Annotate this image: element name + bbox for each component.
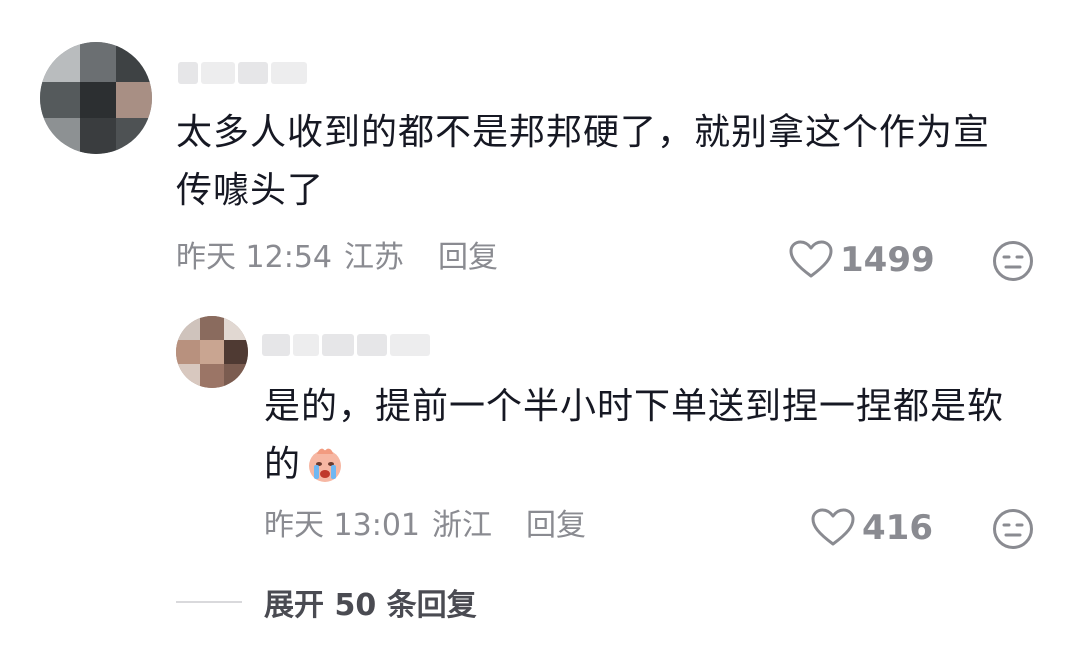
heart-outline-icon (789, 240, 833, 278)
like-count: 416 (862, 508, 933, 548)
like-count: 1499 (840, 240, 935, 280)
reply-text-content: 是的，提前一个半小时下单送到捏一捏都是软的 (264, 386, 1005, 485)
reply-meta: 昨天 13:01 浙江 回复 (264, 506, 586, 546)
like-button[interactable]: 1499 (788, 240, 935, 280)
username-blurred[interactable] (262, 330, 430, 360)
expand-replies-label: 展开 50 条回复 (264, 588, 477, 623)
meh-face-icon (993, 241, 1033, 281)
comment-location: 江苏 (344, 240, 404, 275)
divider-line (176, 601, 242, 603)
meh-face-icon (993, 509, 1033, 549)
reply-location: 浙江 (432, 508, 492, 543)
avatar[interactable] (176, 316, 248, 388)
username-blurred[interactable] (178, 58, 307, 88)
comment-item: 太多人收到的都不是邦邦硬了，就别拿这个作为宣传噱头了 昨天 12:54 江苏 回… (0, 0, 1080, 300)
reply-item: 是的，提前一个半小时下单送到捏一捏都是软的 昨天 13:01 浙江 回复 416 (0, 300, 1080, 570)
reply-text: 是的，提前一个半小时下单送到捏一捏都是软的 (264, 378, 1024, 502)
reply-button[interactable]: 回复 (438, 238, 498, 278)
reply-button[interactable]: 回复 (526, 506, 586, 546)
dislike-button[interactable] (992, 508, 1034, 554)
crying-face-emoji (305, 444, 345, 502)
comment-meta: 昨天 12:54 江苏 回复 (176, 238, 498, 278)
dislike-button[interactable] (992, 240, 1034, 286)
comment-time: 昨天 12:54 (176, 240, 332, 275)
expand-replies-button[interactable]: 展开 50 条回复 (176, 580, 477, 624)
avatar[interactable] (40, 42, 152, 154)
comment-text: 太多人收到的都不是邦邦硬了，就别拿这个作为宣传噱头了 (176, 112, 991, 211)
like-button[interactable]: 416 (810, 508, 933, 548)
reply-time: 昨天 13:01 (264, 508, 420, 543)
heart-outline-icon (811, 508, 855, 546)
